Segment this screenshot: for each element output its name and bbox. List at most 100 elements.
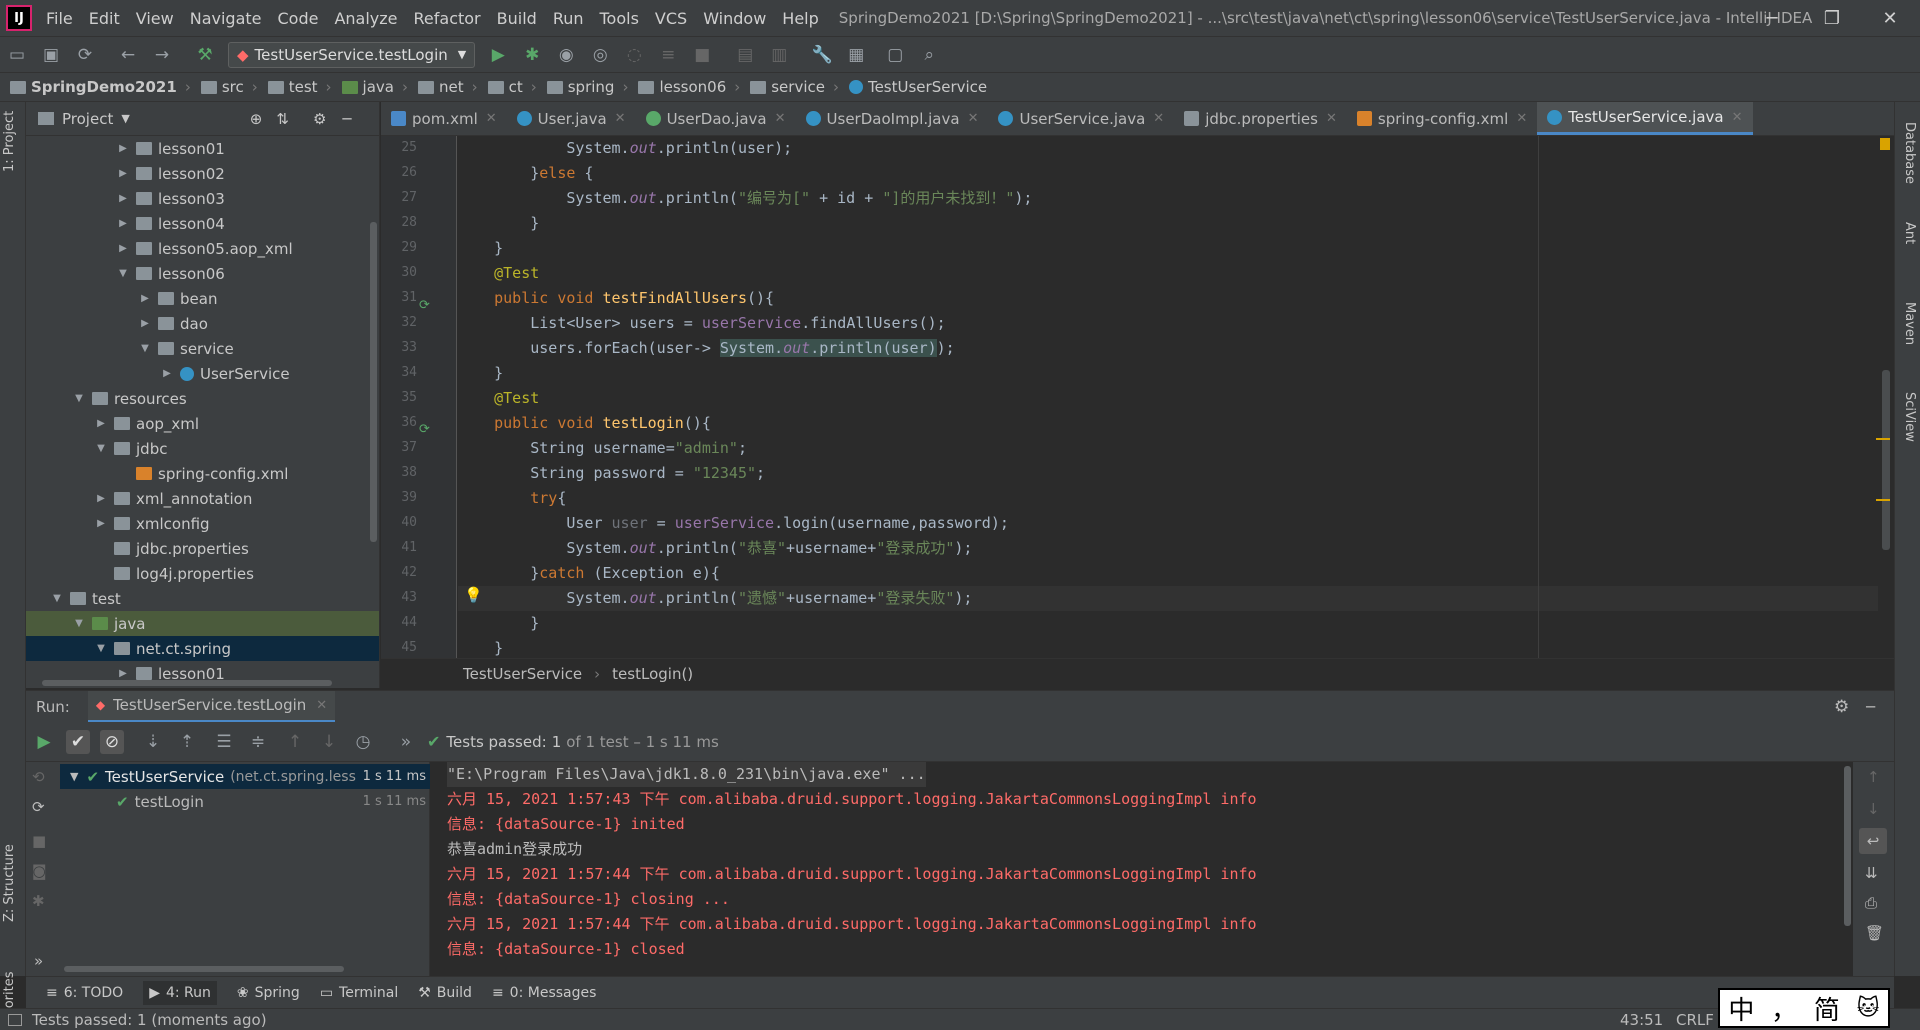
breadcrumb-item[interactable]: net › xyxy=(417,78,478,96)
next-failed-icon[interactable]: ↓ xyxy=(317,730,341,754)
vcs-update-icon[interactable]: ▤ xyxy=(733,43,757,67)
search-icon[interactable]: ⌕ xyxy=(917,43,941,67)
editor-scrollbar[interactable] xyxy=(1882,370,1890,550)
menu-view[interactable]: View xyxy=(128,9,182,28)
tree-item[interactable]: ▶ bean xyxy=(26,286,379,311)
collapse-all-icon[interactable]: ≑ xyxy=(246,730,270,754)
tree-item[interactable]: ▼ service xyxy=(26,336,379,361)
inspection-status-icon[interactable] xyxy=(1880,138,1890,150)
menu-analyze[interactable]: Analyze xyxy=(326,9,405,28)
build-hammer-icon[interactable]: ⚒ xyxy=(193,43,217,67)
previous-failed-icon[interactable]: ↑ xyxy=(283,730,307,754)
chevron-right-icon[interactable]: ▶ xyxy=(94,493,108,504)
line-separator[interactable]: CRLF xyxy=(1676,1011,1714,1029)
run-configuration-select[interactable]: ◆ TestUserService.testLogin ▼ xyxy=(228,41,476,68)
test-history-icon[interactable]: ◷ xyxy=(351,730,375,754)
chevron-down-icon[interactable]: ▼ xyxy=(121,112,129,125)
tab-ant[interactable]: Ant xyxy=(1902,222,1917,244)
bottom-tab[interactable]: ≡ 6: TODO xyxy=(46,985,123,1001)
close-icon[interactable]: ✕ xyxy=(775,111,786,126)
status-panel-icon[interactable] xyxy=(8,1013,22,1026)
menu-edit[interactable]: Edit xyxy=(81,9,128,28)
sync-icon[interactable]: ⟳ xyxy=(73,43,97,67)
caret-position[interactable]: 43:51 xyxy=(1620,1011,1663,1029)
menu-vcs[interactable]: VCS xyxy=(647,9,695,28)
ime-mode[interactable]: 简 xyxy=(1814,990,1840,1027)
gear-icon[interactable]: ⚙ xyxy=(1834,697,1849,717)
menu-file[interactable]: File xyxy=(38,9,81,28)
chevron-down-icon[interactable]: ▼ xyxy=(50,593,64,604)
camera-icon[interactable]: ◙ xyxy=(32,862,47,880)
crumb-class[interactable]: TestUserService xyxy=(463,665,582,683)
breadcrumb-item[interactable]: service › xyxy=(750,78,839,96)
chevron-right-icon[interactable]: ▶ xyxy=(138,293,152,304)
ime-language[interactable]: 中 xyxy=(1728,990,1754,1027)
show-ignored-icon[interactable]: ⊘ xyxy=(100,729,124,754)
tree-item[interactable]: ▶ aop_xml xyxy=(26,411,379,436)
warning-marker[interactable] xyxy=(1876,438,1890,440)
ime-toolbar[interactable]: 中 ， 简 🐱 xyxy=(1718,988,1890,1028)
menu-run[interactable]: Run xyxy=(545,9,592,28)
chevron-right-icon[interactable]: ▶ xyxy=(116,218,130,229)
breadcrumb-item[interactable]: test › xyxy=(267,78,332,96)
test-case-row[interactable]: ✔ testLogin 1 s 11 ms xyxy=(60,789,430,814)
locate-icon[interactable]: ⊕ xyxy=(250,110,263,128)
chevron-right-icon[interactable]: ▶ xyxy=(94,418,108,429)
close-icon[interactable]: ✕ xyxy=(615,111,626,126)
editor-tab[interactable]: jdbc.properties ✕ xyxy=(1174,102,1347,135)
close-icon[interactable]: ✕ xyxy=(486,111,497,126)
breadcrumb-item[interactable]: TestUserService xyxy=(848,78,987,96)
lightbulb-icon[interactable]: 💡 xyxy=(464,586,483,604)
chevron-right-icon[interactable]: ▶ xyxy=(116,193,130,204)
bottom-tab[interactable]: ▭ Terminal xyxy=(320,985,398,1001)
bottom-tab[interactable]: ⚒ Build xyxy=(418,985,472,1001)
breadcrumb-item[interactable]: lesson06 › xyxy=(638,78,740,96)
close-icon[interactable]: ✕ xyxy=(1516,111,1527,126)
scroll-to-end-icon[interactable]: ⇊ xyxy=(1865,864,1878,882)
menu-tools[interactable]: Tools xyxy=(592,9,647,28)
open-folder-icon[interactable]: ▭ xyxy=(5,43,29,67)
tree-item[interactable]: ▼ test xyxy=(26,586,379,611)
menu-navigate[interactable]: Navigate xyxy=(182,9,270,28)
vcs-commit-icon[interactable]: ▥ xyxy=(767,43,791,67)
forward-icon[interactable]: → xyxy=(150,43,174,67)
chevron-right-icon[interactable]: ▶ xyxy=(116,143,130,154)
chevron-down-icon[interactable]: ▼ xyxy=(94,443,108,454)
gear-icon[interactable]: ⚙ xyxy=(313,110,326,128)
breadcrumb-item[interactable]: src › xyxy=(200,78,258,96)
debug-icon[interactable]: ✱ xyxy=(520,43,544,67)
chevron-right-icon[interactable]: ▶ xyxy=(116,243,130,254)
sort-duration-icon[interactable]: ⇡ xyxy=(175,730,199,754)
tab-database[interactable]: Database xyxy=(1902,122,1917,184)
tab-sciview[interactable]: SciView xyxy=(1902,392,1917,442)
coverage-icon[interactable]: ◉ xyxy=(554,43,578,67)
rerun-icon[interactable]: ▶ xyxy=(32,730,56,754)
code-editor[interactable]: System.out.println(user); }else { System… xyxy=(458,136,1894,658)
tree-item[interactable]: jdbc.properties xyxy=(26,536,379,561)
chevron-right-icon[interactable]: ▶ xyxy=(138,318,152,329)
arrow-down-icon[interactable]: ↓ xyxy=(1867,800,1880,818)
bottom-tab[interactable]: ≡ 0: Messages xyxy=(492,985,596,1001)
project-structure-icon[interactable]: ▦ xyxy=(844,43,868,67)
tree-item[interactable]: ▶ xml_annotation xyxy=(26,486,379,511)
run-test-gutter-icon[interactable]: ⟳ xyxy=(419,298,430,313)
editor-tab[interactable]: UserDao.java ✕ xyxy=(636,102,796,135)
expand-all-icon[interactable]: ☰ xyxy=(212,730,236,754)
editor-tab[interactable]: UserDaoImpl.java ✕ xyxy=(796,102,989,135)
chevron-down-icon[interactable]: ▼ xyxy=(72,618,86,629)
ime-punctuation[interactable]: ， xyxy=(1771,990,1797,1027)
soft-wrap-icon[interactable]: ↩ xyxy=(1859,828,1887,854)
chevron-right-icon[interactable]: ▶ xyxy=(116,168,130,179)
more-icon[interactable]: » xyxy=(394,730,418,754)
run-icon[interactable]: ▶ xyxy=(486,43,510,67)
menu-build[interactable]: Build xyxy=(489,9,545,28)
editor-tab[interactable]: spring-config.xml ✕ xyxy=(1347,102,1537,135)
chevron-right-icon[interactable]: ▶ xyxy=(94,518,108,529)
bottom-tab[interactable]: ❀ Spring xyxy=(237,985,300,1001)
editor-tab[interactable]: pom.xml ✕ xyxy=(381,102,507,135)
tab-project[interactable]: 1: Project xyxy=(2,111,17,172)
project-panel-title[interactable]: Project xyxy=(62,110,113,128)
crumb-method[interactable]: testLogin() xyxy=(612,665,693,683)
close-icon[interactable]: ✕ xyxy=(1153,111,1164,126)
tree-item[interactable]: ▼ jdbc xyxy=(26,436,379,461)
